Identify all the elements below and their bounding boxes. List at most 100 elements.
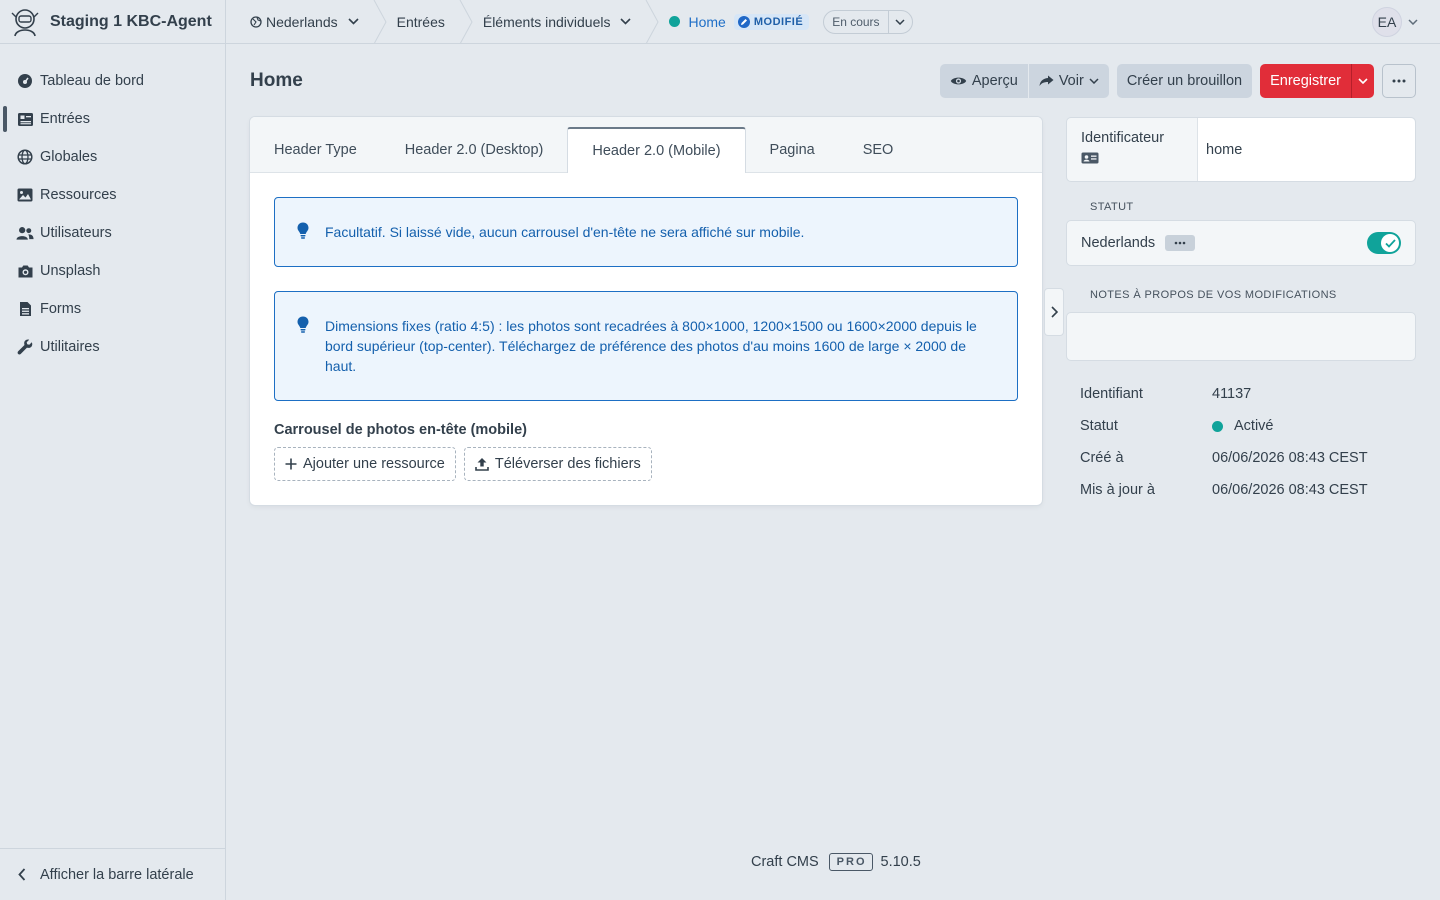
meta-row: Identifiant 41137 — [1080, 378, 1420, 410]
breadcrumb-current[interactable]: Home MODIFIÉ En cours — [659, 0, 926, 44]
tab-header-mobile[interactable]: Header 2.0 (Mobile) — [567, 127, 746, 173]
site-status-row: Nederlands — [1066, 220, 1416, 266]
entry-meta: Identifiant 41137 Statut Activé Créé à 0… — [1080, 378, 1420, 506]
site-status-name: Nederlands — [1081, 235, 1156, 251]
nav-label: Entrées — [40, 111, 90, 127]
nav-label: Utilisateurs — [40, 225, 112, 241]
nav-label: Globales — [40, 149, 98, 165]
upload-files-label: Téléverser des fichiers — [494, 456, 641, 472]
tab-seo[interactable]: SEO — [839, 128, 918, 172]
app-footer: Craft CMS PRO 5.10.5 — [751, 853, 921, 871]
add-asset-button[interactable]: Ajouter une ressource — [274, 447, 456, 481]
upload-files-button[interactable]: Téléverser des fichiers — [463, 447, 652, 481]
site-logo-icon[interactable] — [10, 7, 40, 37]
breadcrumb-separator — [373, 0, 387, 44]
nav-item-dashboard[interactable]: Tableau de bord — [0, 62, 225, 100]
tab-bar: Header Type Header 2.0 (Desktop) Header … — [250, 117, 1042, 173]
save-menu-button[interactable] — [1351, 64, 1374, 98]
breadcrumb-entries-label: Entrées — [396, 13, 445, 30]
nav-item-assets[interactable]: Ressources — [0, 176, 225, 214]
meta-label: Créé à — [1080, 450, 1124, 466]
meta-value: Activé — [1212, 418, 1274, 434]
breadcrumb-current-label: Home — [688, 13, 726, 30]
status-dot — [669, 16, 681, 27]
tab-header-desktop[interactable]: Header 2.0 (Desktop) — [381, 128, 568, 172]
notes-textarea[interactable] — [1066, 312, 1416, 361]
avatar: EA — [1372, 7, 1402, 37]
meta-status-value: Activé — [1234, 418, 1274, 434]
show-sidebar-label: Afficher la barre latérale — [40, 866, 194, 883]
status-badge-label: MODIFIÉ — [753, 15, 804, 28]
lightbulb-icon — [297, 316, 313, 336]
preview-button[interactable]: Aperçu — [939, 64, 1029, 98]
dashboard-icon — [16, 72, 34, 90]
show-sidebar-toggle[interactable]: Afficher la barre latérale — [0, 848, 225, 900]
image-icon — [16, 186, 34, 204]
nav-label: Forms — [40, 301, 82, 317]
details-collapse-toggle[interactable] — [1044, 288, 1064, 336]
chevron-left-icon — [18, 868, 28, 882]
slug-field: Identificateur home — [1066, 117, 1416, 182]
slug-input[interactable]: home — [1198, 118, 1415, 181]
user-menu[interactable]: EA — [1372, 7, 1418, 37]
nav-item-unsplash[interactable]: Unsplash — [0, 252, 225, 290]
save-button[interactable]: Enregistrer — [1260, 64, 1351, 98]
meta-value: 41137 — [1212, 386, 1252, 402]
breadcrumb-separator — [459, 0, 473, 44]
meta-label: Mis à jour à — [1080, 482, 1155, 498]
tip-optional: Facultatif. Si laissé vide, aucun carrou… — [274, 197, 1018, 267]
enabled-toggle[interactable] — [1367, 232, 1401, 254]
main-nav: Tableau de bord Entrées Globales Ressour… — [0, 62, 225, 366]
sidebar-header: Staging 1 KBC-Agent — [0, 0, 225, 44]
create-draft-button[interactable]: Créer un brouillon — [1116, 64, 1253, 98]
chevron-down-icon — [1089, 78, 1099, 84]
draft-menu-button[interactable] — [887, 10, 912, 33]
asset-field-actions: Ajouter une ressource Téléverser des fic… — [274, 447, 660, 481]
check-icon — [1381, 234, 1399, 252]
page-actions: Aperçu Voir Créer un brouillon Enregistr… — [939, 64, 1416, 98]
preview-label: Aperçu — [971, 73, 1018, 89]
meta-row: Mis à jour à 06/06/2026 08:43 CEST — [1080, 474, 1420, 506]
nav-label: Tableau de bord — [40, 73, 144, 89]
breadcrumb-separator — [646, 0, 660, 44]
globe-icon — [16, 148, 34, 166]
breadcrumb-singles-label: Éléments individuels — [482, 13, 611, 30]
status-dot — [1212, 420, 1223, 432]
site-status-menu-button[interactable] — [1165, 235, 1196, 251]
nav-item-users[interactable]: Utilisateurs — [0, 214, 225, 252]
ellipsis-icon — [1392, 79, 1406, 83]
upload-icon — [475, 457, 489, 471]
slug-label-cell: Identificateur — [1067, 118, 1198, 181]
more-actions-button[interactable] — [1382, 64, 1416, 98]
version-number: 5.10.5 — [880, 854, 921, 870]
nav-item-utilities[interactable]: Utilitaires — [0, 328, 225, 366]
site-name[interactable]: Staging 1 KBC-Agent — [50, 13, 212, 31]
plus-icon — [285, 458, 297, 470]
nav-label: Unsplash — [40, 263, 101, 279]
meta-value: 06/06/2026 08:43 CEST — [1212, 482, 1368, 498]
edition-badge: PRO — [828, 853, 873, 871]
view-button[interactable]: Voir — [1028, 64, 1109, 98]
chevron-down-icon — [895, 18, 905, 25]
share-arrow-icon — [1039, 75, 1054, 87]
ellipsis-icon — [1174, 241, 1186, 245]
draft-status-label: En cours — [832, 14, 880, 29]
tab-pagina[interactable]: Pagina — [746, 128, 839, 172]
sidebar: Staging 1 KBC-Agent Tableau de bord Entr… — [0, 0, 226, 900]
status-badge: MODIFIÉ — [733, 13, 810, 30]
site-switcher[interactable]: Nederlands — [226, 0, 373, 44]
nav-item-entries[interactable]: Entrées — [0, 100, 225, 138]
breadcrumb-entries[interactable]: Entrées — [387, 0, 459, 44]
nav-label: Ressources — [40, 187, 117, 203]
meta-row: Créé à 06/06/2026 08:43 CEST — [1080, 442, 1420, 474]
nav-item-globals[interactable]: Globales — [0, 138, 225, 176]
nav-item-forms[interactable]: Forms — [0, 290, 225, 328]
entry-editor: Header Type Header 2.0 (Desktop) Header … — [250, 117, 1042, 505]
users-icon — [16, 224, 34, 242]
breadcrumb-singles[interactable]: Éléments individuels — [473, 0, 646, 44]
chevron-down-icon — [1408, 19, 1418, 25]
tab-header-type[interactable]: Header Type — [250, 128, 381, 172]
tip-dimensions-text: Dimensions fixes (ratio 4:5) : les photo… — [325, 318, 977, 374]
edit-icon — [737, 15, 750, 28]
eye-icon — [950, 75, 967, 87]
